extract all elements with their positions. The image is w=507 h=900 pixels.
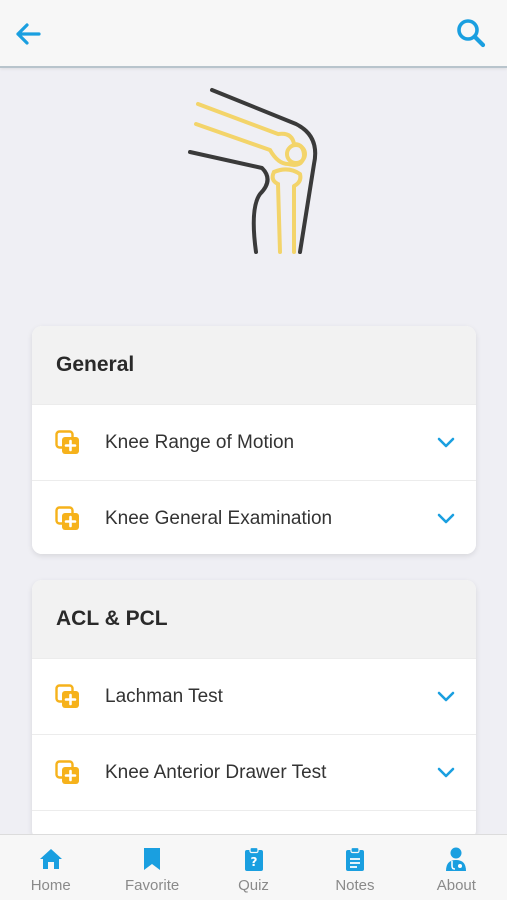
nav-about[interactable]: About xyxy=(406,835,507,900)
nav-label: Notes xyxy=(335,877,375,894)
arrow-left-icon xyxy=(16,23,41,45)
knee-illustration xyxy=(170,84,330,264)
medical-add-icon xyxy=(55,760,79,784)
medical-add-icon xyxy=(55,430,79,454)
list-item[interactable]: Knee Range of Motion xyxy=(32,404,476,480)
doctor-icon xyxy=(446,847,467,871)
section-acl-pcl: ACL & PCL Lachman Test Knee Anterior Dra… xyxy=(32,580,476,840)
back-button[interactable] xyxy=(10,16,46,52)
medical-add-icon xyxy=(55,506,79,530)
home-icon xyxy=(39,849,62,869)
section-title: ACL & PCL xyxy=(32,580,476,658)
nav-quiz[interactable]: ? Quiz xyxy=(203,835,304,900)
bookmark-icon xyxy=(144,848,161,870)
section-general: General Knee Range of Motion Knee Genera… xyxy=(32,326,476,554)
chevron-down-icon[interactable] xyxy=(436,763,456,783)
nav-label: Quiz xyxy=(238,877,269,894)
search-button[interactable] xyxy=(453,14,489,52)
nav-home[interactable]: Home xyxy=(0,835,101,900)
chevron-down-icon[interactable] xyxy=(436,509,456,529)
list-item[interactable]: Knee General Examination xyxy=(32,480,476,554)
quiz-clipboard-icon: ? xyxy=(244,846,263,871)
item-label: Knee Range of Motion xyxy=(105,431,295,453)
nav-label: About xyxy=(436,877,476,894)
item-label: Knee Anterior Drawer Test xyxy=(105,761,327,783)
knee-joint-icon xyxy=(188,88,318,254)
item-label: Lachman Test xyxy=(105,685,223,707)
chevron-down-icon[interactable] xyxy=(436,433,456,453)
list-item[interactable]: Knee Anterior Drawer Test xyxy=(32,734,476,810)
chevron-down-icon[interactable] xyxy=(436,687,456,707)
nav-notes[interactable]: Notes xyxy=(304,835,405,900)
nav-favorite[interactable]: Favorite xyxy=(101,835,202,900)
nav-label: Home xyxy=(30,877,71,894)
item-label: Knee General Examination xyxy=(105,507,333,529)
search-icon xyxy=(457,19,486,48)
bottom-navigation: Home Favorite ? Quiz Notes About xyxy=(0,834,507,900)
notes-clipboard-icon xyxy=(345,846,364,871)
list-item[interactable]: Lachman Test xyxy=(32,658,476,734)
top-app-bar xyxy=(0,0,507,68)
section-title: General xyxy=(32,326,476,404)
medical-add-icon xyxy=(55,684,79,708)
svg-text:?: ? xyxy=(250,855,257,869)
nav-label: Favorite xyxy=(125,877,180,894)
